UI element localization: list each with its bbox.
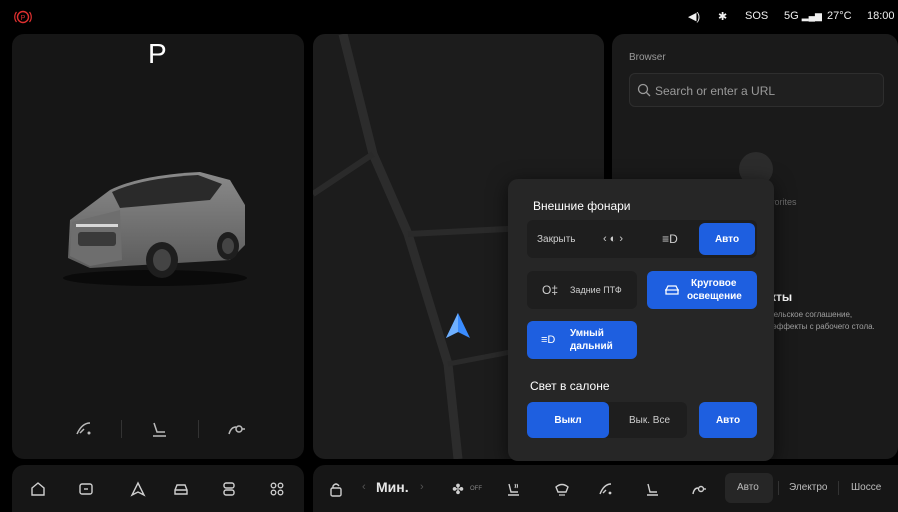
- cabin-lights-title: Свет в салоне: [530, 379, 610, 393]
- car-image: [63, 172, 247, 286]
- gear-indicator: P: [148, 38, 167, 69]
- fan-increase-icon[interactable]: ›: [420, 481, 424, 493]
- volume-icon[interactable]: ◀): [688, 10, 700, 23]
- smart-high-beam-line1: Умный: [570, 328, 604, 339]
- ambient-lights-label-line1: Круговое: [691, 278, 737, 289]
- position-lights-icon: ‹ ◐ ›: [602, 233, 624, 245]
- seat-adjust-icon[interactable]: [641, 478, 663, 500]
- phone-icon[interactable]: [218, 478, 240, 500]
- defrost-icon[interactable]: [551, 478, 573, 500]
- drive-mode-highway[interactable]: Шоссе: [851, 482, 881, 493]
- seat-heat-icon[interactable]: [502, 478, 524, 500]
- divider: [838, 481, 839, 495]
- divider: [198, 420, 199, 438]
- steering-heat-icon[interactable]: [688, 478, 710, 500]
- signal-icon: ▂▄▆: [801, 11, 822, 21]
- rear-fog-label: Задние ПТФ: [570, 285, 622, 295]
- fan-level: Мин.: [376, 479, 409, 495]
- seat-icon[interactable]: [145, 415, 173, 443]
- divider: [121, 420, 122, 438]
- search-icon: [637, 83, 651, 97]
- media-icon[interactable]: [75, 478, 97, 500]
- navigation-arrow-icon: [446, 313, 470, 338]
- lock-icon[interactable]: [325, 478, 347, 500]
- fan-toggle[interactable]: ✤: [447, 478, 469, 500]
- navigation-icon[interactable]: [127, 478, 149, 500]
- lights-close-option[interactable]: Закрыть: [537, 234, 576, 245]
- exterior-lights-title: Внешние фонари: [533, 199, 631, 213]
- cabin-all-off-button[interactable]: Вык. Все: [612, 402, 687, 438]
- search-placeholder: Search or enter a URL: [655, 84, 776, 98]
- effects-text: -эффекты с рабочего стола.: [770, 322, 875, 331]
- low-beam-option[interactable]: ≡D: [655, 226, 685, 252]
- apps-grid-icon[interactable]: [266, 478, 288, 500]
- sos-label[interactable]: SOS: [745, 10, 768, 22]
- browser-title: Browser: [629, 52, 666, 63]
- smart-high-beam-icon: ≡D: [541, 334, 556, 346]
- divider: [778, 481, 779, 495]
- smart-high-beam-line2: дальний: [570, 341, 613, 352]
- fan-icon: ✤: [452, 480, 464, 497]
- ambient-lights-label-line2: освещение: [687, 291, 742, 302]
- door-adjust-icon[interactable]: [595, 478, 617, 500]
- steering-adjust-icon[interactable]: [222, 415, 250, 443]
- position-lights-option[interactable]: ‹ ◐ ›: [598, 226, 628, 252]
- cabin-auto-button[interactable]: Авто: [699, 402, 757, 438]
- home-icon[interactable]: [27, 478, 49, 500]
- rear-fog-icon: O‡: [542, 283, 559, 297]
- fan-off-label: OFF: [470, 486, 482, 492]
- svg-text:P: P: [21, 15, 26, 22]
- app-dock: [12, 465, 304, 512]
- network-indicator: 5G ▂▄▆: [784, 10, 822, 22]
- temperature: 27°C: [827, 10, 852, 22]
- exterior-auto-button[interactable]: Авто: [699, 223, 755, 255]
- drive-mode-auto[interactable]: Авто: [737, 482, 759, 493]
- parking-brake-icon: P: [14, 10, 32, 24]
- ambient-lights-icon: [665, 285, 679, 295]
- fan-decrease-icon[interactable]: ‹: [362, 481, 366, 493]
- front-door-icon[interactable]: [70, 415, 98, 443]
- car-icon[interactable]: [170, 478, 192, 500]
- effects-text: тельское соглашение,: [770, 310, 853, 319]
- bluetooth-icon[interactable]: ✱: [718, 10, 727, 23]
- clock: 18:00: [867, 10, 895, 22]
- drive-mode-electric[interactable]: Электро: [789, 482, 827, 493]
- low-beam-icon: ≡D: [662, 232, 678, 246]
- cabin-off-button[interactable]: Выкл: [527, 402, 609, 438]
